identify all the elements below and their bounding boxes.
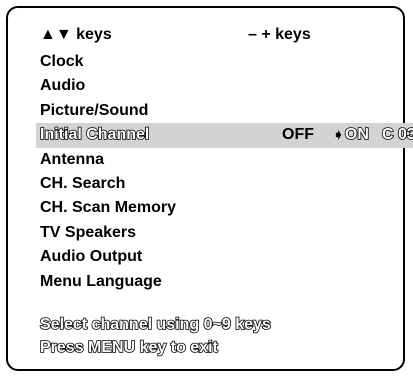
menu-item-clock[interactable]: Clock <box>40 50 400 74</box>
menu-item-audio-output[interactable]: Audio Output <box>40 245 400 269</box>
initial-channel-off-option[interactable]: OFF <box>282 123 314 147</box>
menu-item-initial-channel[interactable]: Initial Channel OFF ➧ON C 03 <box>36 123 413 148</box>
arrow-keys-hint: ▲▼ keys <box>40 26 112 43</box>
initial-channel-on-option[interactable]: ➧ON <box>333 123 370 147</box>
pointer-arrow-icon: ➧ <box>333 127 344 143</box>
instruction-line-select: Select channel using 0~9 keys <box>39 315 271 334</box>
menu-item-audio[interactable]: Audio <box>40 74 400 98</box>
menu-item-antenna[interactable]: Antenna <box>40 148 400 172</box>
key-hint-header: ▲▼ keys – + keys <box>40 26 413 48</box>
instruction-footer: Select channel using 0~9 keys Press MENU… <box>39 313 271 359</box>
menu-item-picture-sound[interactable]: Picture/Sound <box>40 99 400 123</box>
initial-channel-on-label: ON <box>344 125 370 144</box>
instruction-line-exit: Press MENU key to exit <box>39 338 218 357</box>
initial-channel-label: Initial Channel <box>39 125 150 144</box>
menu-item-menu-language[interactable]: Menu Language <box>40 270 400 294</box>
menu-item-ch-search[interactable]: CH. Search <box>40 172 400 196</box>
setup-menu-list: Clock Audio Picture/Sound Initial Channe… <box>36 50 413 294</box>
initial-channel-number: C 03 <box>381 125 413 144</box>
menu-item-ch-scan-memory[interactable]: CH. Scan Memory <box>40 196 400 220</box>
plus-minus-keys-hint: – + keys <box>248 26 311 43</box>
menu-item-tv-speakers[interactable]: TV Speakers <box>40 221 400 245</box>
